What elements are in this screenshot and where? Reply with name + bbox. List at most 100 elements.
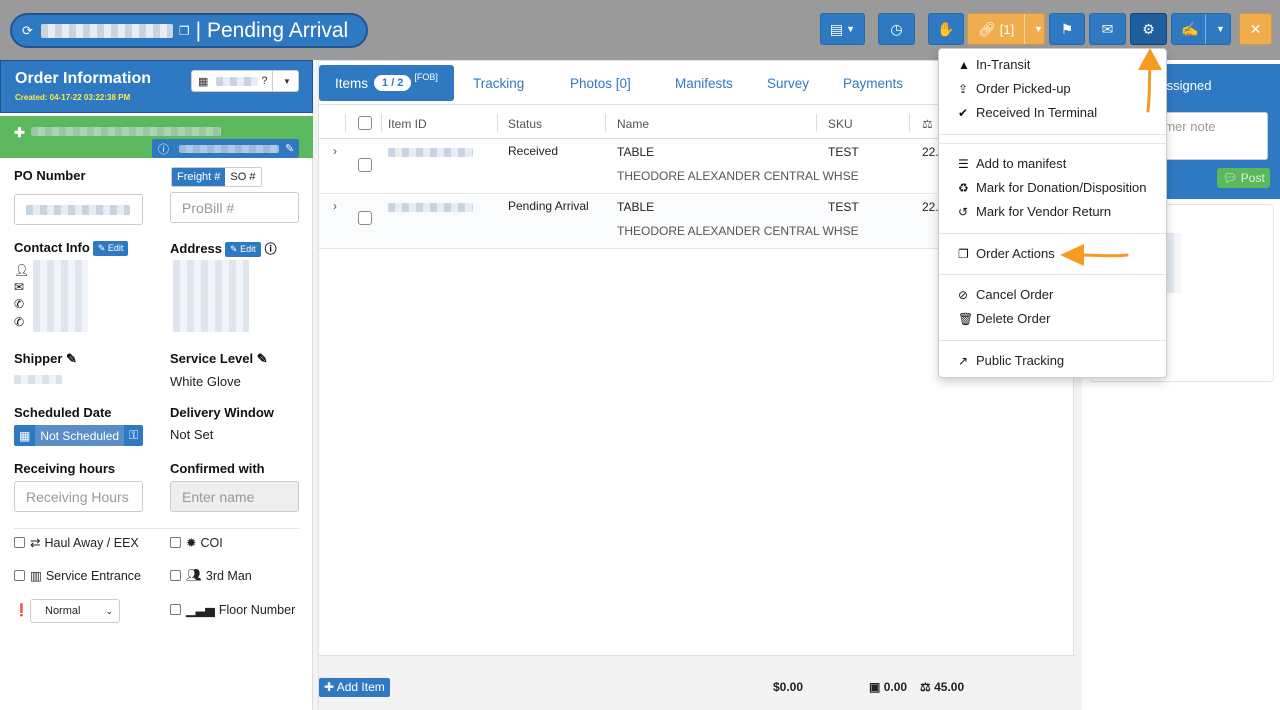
calendar-icon[interactable]: ▦: [14, 425, 36, 446]
stamp-dropdown-button[interactable]: ✍ ▼: [1171, 13, 1231, 45]
edit-text: Edit: [107, 243, 124, 253]
info-badge[interactable]: ⓘ ✎: [152, 139, 299, 158]
column-item-id[interactable]: Item ID: [388, 117, 427, 131]
not-scheduled-button[interactable]: Not Scheduled: [35, 425, 125, 446]
confirmed-with-input[interactable]: Enter name: [170, 481, 299, 512]
tab-survey[interactable]: Survey: [767, 65, 809, 101]
menu-item-cancel-order[interactable]: ⊘ Cancel Order: [958, 287, 1053, 302]
chevron-right-icon[interactable]: ›: [333, 144, 337, 158]
priority-select[interactable]: Normal ⌄: [30, 599, 120, 623]
row-name: TABLE: [617, 200, 655, 214]
flag-button[interactable]: ⚑: [1049, 13, 1085, 45]
menu-item-mark-for-donation[interactable]: ♻ Mark for Donation/Disposition: [958, 180, 1147, 195]
menu-item-mark-for-vendor-return[interactable]: ↺ Mark for Vendor Return: [958, 204, 1111, 219]
service-entrance-checkbox[interactable]: ▥ Service Entrance: [14, 568, 141, 583]
help-icon: ?: [261, 75, 268, 87]
refresh-icon[interactable]: ⟳: [22, 23, 33, 39]
chevron-right-icon[interactable]: ›: [333, 199, 337, 213]
haul-away-checkbox[interactable]: ⇄ Haul Away / EEX: [14, 535, 139, 550]
row-checkbox[interactable]: [358, 211, 372, 225]
tab-manifests[interactable]: Manifests: [675, 65, 733, 101]
column-sku[interactable]: SKU: [828, 117, 853, 131]
settings-button[interactable]: ⚙: [1130, 13, 1167, 45]
menu-divider: [939, 274, 1166, 275]
post-button[interactable]: 💬︎ Post: [1217, 168, 1270, 188]
add-item-button[interactable]: ✚ Add Item: [319, 678, 390, 697]
chevron-down-icon: ▼: [846, 24, 856, 34]
coi-checkbox[interactable]: ✹ COI: [170, 535, 223, 550]
tab-photos[interactable]: Photos [0]: [570, 65, 631, 101]
menu-item-order-actions[interactable]: ❐ Order Actions: [958, 246, 1055, 261]
link-button[interactable]: 🔗︎ [1] ▼: [967, 13, 1045, 45]
redacted-badge: [179, 144, 279, 153]
probill-input[interactable]: ProBill #: [170, 192, 299, 223]
reference-type-toggle: Freight # SO #: [171, 167, 262, 187]
floor-number-checkbox[interactable]: ▁▃▅ Floor Number: [170, 602, 295, 617]
menu-item-add-to-manifest[interactable]: ☰ Add to manifest: [958, 156, 1066, 171]
column-status[interactable]: Status: [508, 117, 542, 131]
receiving-hours-input[interactable]: Receiving Hours: [14, 481, 143, 512]
phone-icon: ✆: [14, 297, 25, 311]
email-button[interactable]: ✉: [1089, 13, 1126, 45]
menu-item-delete-order[interactable]: 🗑︎ Delete Order: [958, 311, 1050, 326]
third-man-label: 3rd Man: [205, 568, 252, 583]
plus-icon[interactable]: ✚: [14, 125, 25, 141]
copy-icon[interactable]: ❐: [179, 24, 190, 38]
chevron-down-icon[interactable]: ▼: [1034, 24, 1043, 34]
row-sku: TEST: [828, 200, 859, 214]
signal-icon: ▁▃▅: [186, 603, 215, 617]
menu-label: Order Picked-up: [976, 81, 1071, 96]
road-icon: ▲: [958, 57, 970, 72]
address-label: Address ✎ Edit ⓘ: [170, 240, 277, 257]
copy-icon: ❐: [958, 246, 969, 261]
total-weight-value: 45.00: [934, 680, 965, 694]
document-dropdown-button[interactable]: ▤ ▼: [820, 13, 865, 45]
menu-item-received-in-terminal[interactable]: ✔ Received In Terminal: [958, 105, 1097, 120]
weight-icon: ⚖: [920, 680, 931, 694]
total-weight: ⚖ 45.00: [920, 680, 964, 694]
calculator-dropdown[interactable]: ▦ ? ▼: [191, 70, 299, 92]
edit-icon[interactable]: ✎: [66, 351, 77, 366]
check-icon: ✔: [958, 105, 969, 120]
menu-divider: [939, 233, 1166, 234]
receiving-hours-label: Receiving hours: [14, 461, 116, 476]
redacted-address: [173, 260, 249, 332]
edit-icon[interactable]: ✎: [257, 351, 268, 366]
tab-items-label: Items: [335, 75, 369, 91]
select-all-checkbox[interactable]: [358, 116, 372, 130]
history-button[interactable]: ◷: [878, 13, 915, 45]
service-entrance-label: Service Entrance: [45, 568, 141, 583]
schedule-control[interactable]: ▦ Not Scheduled ⚿: [14, 425, 144, 446]
menu-item-in-transit[interactable]: ▲ In-Transit: [958, 57, 1030, 72]
freight-toggle[interactable]: Freight #: [172, 168, 226, 186]
address-edit-button[interactable]: ✎ Edit: [225, 242, 261, 257]
page-title: | Pending Arrival: [195, 18, 349, 42]
chevron-down-icon: ▼: [283, 76, 291, 86]
redacted-item-id: [388, 203, 473, 212]
hold-button[interactable]: ✋: [928, 13, 964, 45]
tab-items[interactable]: Items 1 / 2 [FOB]: [319, 65, 454, 101]
post-label: Post: [1240, 171, 1265, 185]
contact-info-label: Contact Info ✎ Edit: [14, 240, 129, 256]
column-name[interactable]: Name: [617, 117, 649, 131]
menu-item-order-picked-up[interactable]: ⇪ Order Picked-up: [958, 81, 1071, 96]
customer-note-input[interactable]: omer note: [1150, 112, 1268, 160]
close-button[interactable]: ✕: [1239, 13, 1272, 45]
redacted-shipper: [14, 375, 62, 384]
third-man-checkbox[interactable]: 👥︎ 3rd Man: [170, 568, 252, 583]
tab-payments[interactable]: Payments: [843, 65, 903, 101]
key-icon[interactable]: ⚿: [124, 425, 144, 446]
link-count: [1]: [999, 21, 1015, 37]
info-icon: ⓘ: [264, 242, 277, 256]
row-checkbox[interactable]: [358, 158, 372, 172]
chevron-down-icon[interactable]: ▼: [1216, 24, 1225, 34]
so-toggle[interactable]: SO #: [225, 168, 260, 186]
menu-label: Delete Order: [976, 311, 1051, 326]
po-number-input[interactable]: [14, 194, 143, 225]
tab-tracking[interactable]: Tracking: [473, 65, 524, 101]
menu-item-public-tracking[interactable]: ↗ Public Tracking: [958, 353, 1064, 368]
floor-number-label: Floor Number: [218, 602, 296, 617]
recycle-icon: ♻: [958, 180, 969, 195]
total-cost: $0.00: [773, 680, 804, 694]
contact-edit-button[interactable]: ✎ Edit: [92, 241, 129, 256]
